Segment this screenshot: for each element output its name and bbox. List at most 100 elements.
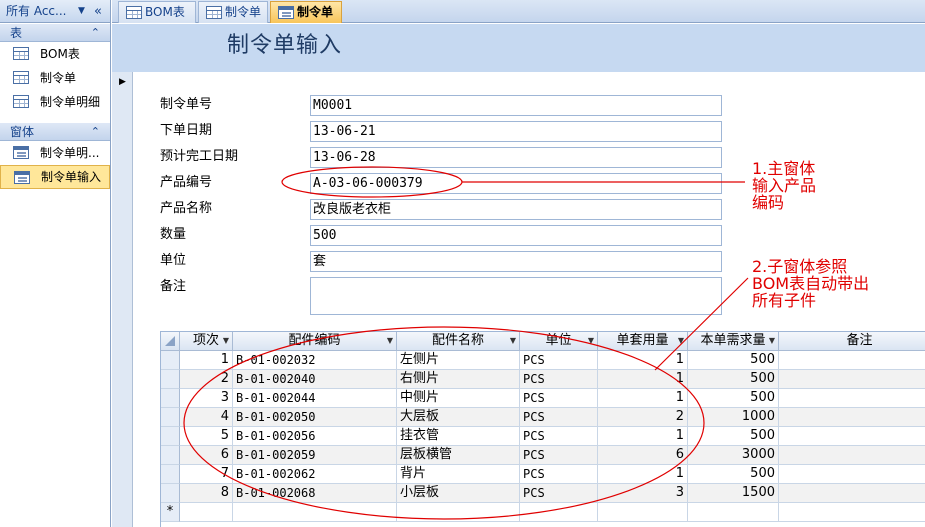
cell-required-qty[interactable]: 500: [688, 370, 779, 389]
cell-item-no[interactable]: 3: [180, 389, 233, 408]
cell-remarks[interactable]: [779, 370, 925, 389]
chevron-down-icon[interactable]: ▼: [78, 0, 85, 23]
cell-required-qty[interactable]: 500: [688, 427, 779, 446]
cell-item-no[interactable]: 8: [180, 484, 233, 503]
cell-remarks[interactable]: [779, 408, 925, 427]
unit-field[interactable]: 套: [310, 251, 722, 272]
cell-part-code[interactable]: B-01-002050: [233, 408, 397, 427]
cell-unit[interactable]: PCS: [520, 351, 598, 370]
tab-bom-table[interactable]: BOM表: [118, 1, 196, 23]
cell-part-name[interactable]: 大层板: [397, 408, 520, 427]
cell-required-qty[interactable]: 500: [688, 465, 779, 484]
cell-remarks[interactable]: [779, 446, 925, 465]
table-row[interactable]: 5 B-01-002056 挂衣管 PCS 1 500: [161, 427, 925, 446]
cell-part-code[interactable]: B-01-002056: [233, 427, 397, 446]
table-row[interactable]: 2 B-01-002040 右侧片 PCS 1 500: [161, 370, 925, 389]
cell-part-code[interactable]: B-01-002032: [233, 351, 397, 370]
cell-remarks[interactable]: [779, 389, 925, 408]
cell-item-no[interactable]: 6: [180, 446, 233, 465]
nav-group-tables[interactable]: 表 ⌃: [0, 23, 110, 42]
cell-remarks[interactable]: [779, 465, 925, 484]
cell-unit[interactable]: PCS: [520, 465, 598, 484]
cell-part-name[interactable]: 小层板: [397, 484, 520, 503]
table-row[interactable]: 6 B-01-002059 层板横管 PCS 6 3000: [161, 446, 925, 465]
chevron-up-icon[interactable]: ⌃: [91, 24, 100, 42]
cell-item-no[interactable]: 5: [180, 427, 233, 446]
cell-part-code[interactable]: B-01-002059: [233, 446, 397, 465]
cell-remarks[interactable]: [779, 484, 925, 503]
cell-unit[interactable]: PCS: [520, 408, 598, 427]
new-record-cell[interactable]: [598, 503, 688, 522]
cell-part-code[interactable]: B-01-002044: [233, 389, 397, 408]
column-header-required-qty[interactable]: 本单需求量 ▼: [688, 332, 779, 351]
cell-unit[interactable]: PCS: [520, 446, 598, 465]
table-row[interactable]: 4 B-01-002050 大层板 PCS 2 1000: [161, 408, 925, 427]
record-selector[interactable]: ▶: [112, 72, 133, 527]
cell-unit[interactable]: PCS: [520, 389, 598, 408]
new-record-cell[interactable]: [180, 503, 233, 522]
nav-item-bom-table[interactable]: BOM表: [0, 42, 110, 66]
cell-item-no[interactable]: 1: [180, 351, 233, 370]
cell-part-name[interactable]: 左侧片: [397, 351, 520, 370]
row-selector[interactable]: [161, 484, 180, 503]
cell-required-qty[interactable]: 1500: [688, 484, 779, 503]
nav-group-forms[interactable]: 窗体 ⌃: [0, 122, 110, 141]
cell-unit[interactable]: PCS: [520, 427, 598, 446]
row-selector[interactable]: [161, 465, 180, 484]
cell-required-qty[interactable]: 500: [688, 389, 779, 408]
cell-item-no[interactable]: 2: [180, 370, 233, 389]
table-row[interactable]: 8 B-01-002068 小层板 PCS 3 1500: [161, 484, 925, 503]
chevron-down-icon[interactable]: ▼: [510, 332, 516, 350]
select-all-corner[interactable]: [161, 332, 180, 351]
table-row[interactable]: 3 B-01-002044 中侧片 PCS 1 500: [161, 389, 925, 408]
table-row[interactable]: 1 B-01-002032 左侧片 PCS 1 500: [161, 351, 925, 370]
nav-pane-header[interactable]: 所有 Acc... ▼ «: [0, 0, 110, 23]
cell-unit[interactable]: PCS: [520, 370, 598, 389]
chevron-down-icon[interactable]: ▼: [769, 332, 775, 350]
new-record-cell[interactable]: [397, 503, 520, 522]
cell-qty-per-set[interactable]: 1: [598, 427, 688, 446]
nav-item-order-detail-table[interactable]: 制令单明细: [0, 90, 110, 114]
cell-remarks[interactable]: [779, 351, 925, 370]
cell-part-name[interactable]: 层板横管: [397, 446, 520, 465]
tab-order-table[interactable]: 制令单: [198, 1, 268, 23]
cell-qty-per-set[interactable]: 3: [598, 484, 688, 503]
cell-part-code[interactable]: B-01-002068: [233, 484, 397, 503]
cell-qty-per-set[interactable]: 1: [598, 370, 688, 389]
order-number-field[interactable]: M0001: [310, 95, 722, 116]
row-selector[interactable]: [161, 370, 180, 389]
cell-required-qty[interactable]: 500: [688, 351, 779, 370]
row-selector[interactable]: [161, 427, 180, 446]
due-date-field[interactable]: 13-06-28: [310, 147, 722, 168]
chevron-down-icon[interactable]: ▼: [588, 332, 594, 350]
row-selector[interactable]: [161, 446, 180, 465]
chevron-down-icon[interactable]: ▼: [387, 332, 393, 350]
cell-remarks[interactable]: [779, 427, 925, 446]
table-row[interactable]: 7 B-01-002062 背片 PCS 1 500: [161, 465, 925, 484]
nav-item-order-detail-form[interactable]: 制令单明...: [0, 141, 110, 165]
cell-qty-per-set[interactable]: 1: [598, 351, 688, 370]
cell-part-name[interactable]: 右侧片: [397, 370, 520, 389]
cell-qty-per-set[interactable]: 1: [598, 389, 688, 408]
cell-part-name[interactable]: 挂衣管: [397, 427, 520, 446]
cell-part-name[interactable]: 背片: [397, 465, 520, 484]
column-header-part-name[interactable]: 配件名称 ▼: [397, 332, 520, 351]
cell-item-no[interactable]: 4: [180, 408, 233, 427]
column-header-qty-per-set[interactable]: 单套用量 ▼: [598, 332, 688, 351]
cell-required-qty[interactable]: 1000: [688, 408, 779, 427]
nav-item-order-table[interactable]: 制令单: [0, 66, 110, 90]
cell-part-code[interactable]: B-01-002040: [233, 370, 397, 389]
cell-unit[interactable]: PCS: [520, 484, 598, 503]
row-selector[interactable]: [161, 408, 180, 427]
collapse-pane-icon[interactable]: «: [94, 0, 102, 23]
new-record-cell[interactable]: [520, 503, 598, 522]
product-code-field[interactable]: A-03-06-000379: [310, 173, 722, 194]
product-name-field[interactable]: 改良版老衣柜: [310, 199, 722, 220]
column-header-part-code[interactable]: 配件编码 ▼: [233, 332, 397, 351]
chevron-up-icon[interactable]: ⌃: [91, 123, 100, 141]
new-record-row[interactable]: *: [161, 503, 925, 522]
column-header-item-no[interactable]: 项次 ▼: [180, 332, 233, 351]
column-header-remarks[interactable]: 备注: [779, 332, 925, 351]
quantity-field[interactable]: 500: [310, 225, 722, 246]
remarks-field[interactable]: [310, 277, 722, 315]
